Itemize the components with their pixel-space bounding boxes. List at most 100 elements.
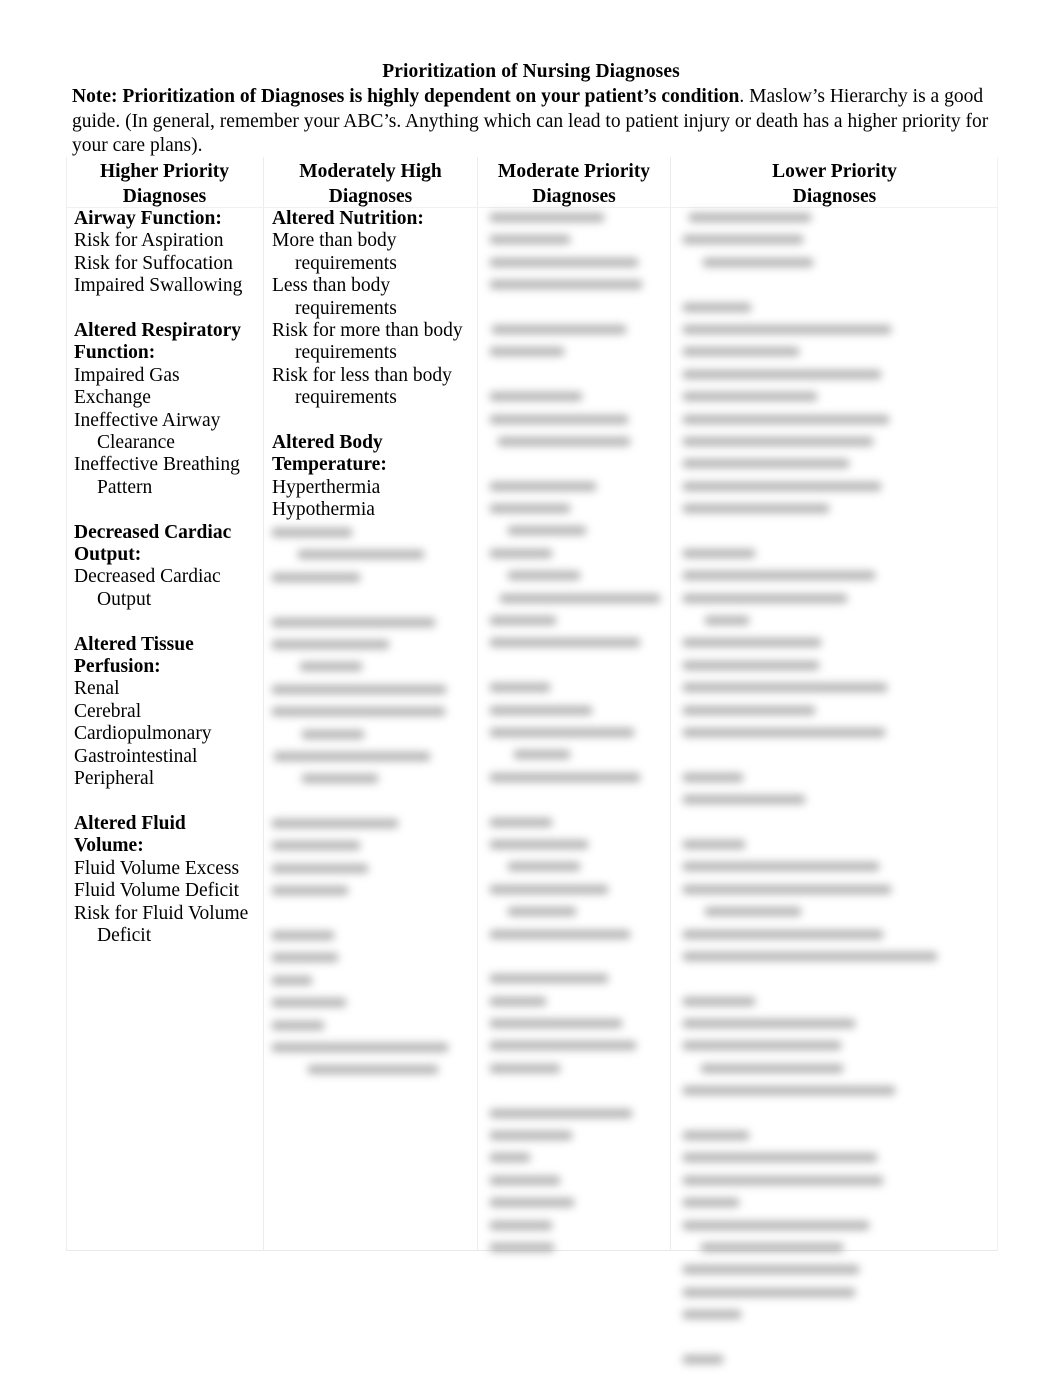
obscured-text-line <box>486 992 666 1014</box>
obscured-text-line <box>486 633 666 655</box>
diagnoses-table: Higher Priority Diagnoses Airway Functio… <box>66 157 998 1364</box>
diagnosis-item: Output <box>97 588 152 610</box>
obscured-text-line <box>486 857 666 879</box>
diagnosis-item: More than body <box>272 230 397 252</box>
column-body-moderately-high: Altered Nutrition: More than body requirem… <box>264 208 477 522</box>
obscured-text-line <box>486 1014 666 1036</box>
obscured-text-line <box>486 880 666 902</box>
diagnosis-item: Risk for Fluid Volume <box>74 902 249 924</box>
diagnosis-group: Altered Respiratory Function: Impaired Ga… <box>74 320 257 499</box>
obscured-text-line <box>679 969 994 991</box>
column-header-moderately-high: Moderately High Diagnoses <box>264 157 477 209</box>
diagnosis-group-title: Decreased Cardiac Output: <box>74 521 232 566</box>
obscured-text-line <box>679 925 994 947</box>
obscured-text-line <box>486 768 666 790</box>
obscured-text-line <box>486 1216 666 1238</box>
obscured-text-line <box>486 656 666 678</box>
obscured-text-line <box>679 298 994 320</box>
obscured-text-line <box>679 230 994 252</box>
obscured-text-line <box>486 320 666 342</box>
column-header-line2: Diagnoses <box>328 186 413 207</box>
document-page: Prioritization of Nursing Diagnoses Note… <box>0 0 1062 1377</box>
obscured-text-block-2 <box>264 523 477 1083</box>
obscured-text-line <box>486 611 666 633</box>
diagnosis-item: Fluid Volume Excess <box>74 857 240 879</box>
obscured-text-line <box>679 1036 994 1058</box>
column-header-line1: Higher Priority <box>99 161 230 182</box>
column-header-line1: Moderate Priority <box>497 161 651 182</box>
obscured-text-line <box>679 857 994 879</box>
note-lead-text: Note: Prioritization of Diagnoses is hig… <box>72 86 740 107</box>
obscured-text-line <box>272 523 473 545</box>
column-divider-3 <box>670 157 671 1251</box>
column-header-moderate-priority: Moderate Priority Diagnoses <box>478 157 670 209</box>
obscured-text-line <box>272 657 473 679</box>
diagnosis-item: Hyperthermia <box>272 476 381 498</box>
obscured-text-line <box>486 499 666 521</box>
obscured-text-line <box>679 499 994 521</box>
obscured-text-block-3 <box>478 208 670 1260</box>
obscured-text-line <box>272 590 473 612</box>
diagnosis-item: Risk for more than body <box>272 320 463 342</box>
obscured-text-line <box>679 768 994 790</box>
diagnosis-item: Hypothermia <box>272 499 375 521</box>
obscured-text-line <box>486 1126 666 1148</box>
table-column-higher-priority: Higher Priority Diagnoses Airway Functio… <box>66 157 263 946</box>
diagnosis-group: Altered Body Temperature: Hyperthermia Hyp… <box>272 432 471 522</box>
diagnosis-group-title: Altered Tissue Perfusion: <box>74 633 194 678</box>
column-header-line1: Lower Priority <box>772 161 897 182</box>
obscured-text-line <box>679 1014 994 1036</box>
obscured-text-line <box>679 701 994 723</box>
obscured-text-line <box>486 410 666 432</box>
obscured-text-line <box>486 902 666 924</box>
obscured-text-line <box>679 745 994 767</box>
obscured-text-line <box>486 342 666 364</box>
obscured-text-line <box>486 365 666 387</box>
diagnosis-group-title: Airway Function: <box>74 208 222 229</box>
obscured-text-line <box>679 454 994 476</box>
diagnosis-item: Risk for Aspiration <box>74 230 224 252</box>
obscured-text-line <box>272 948 473 970</box>
obscured-text-line <box>679 1081 994 1103</box>
table-column-moderately-high: Moderately High Diagnoses Altered Nutrit… <box>264 157 477 1075</box>
diagnosis-item: Impaired Gas Exchange <box>74 364 185 409</box>
obscured-text-line <box>272 926 473 948</box>
diagnosis-item: Risk for less than body <box>272 364 452 386</box>
obscured-text-line <box>486 298 666 320</box>
obscured-text-line <box>486 544 666 566</box>
obscured-text-line <box>679 1148 994 1170</box>
diagnosis-item: requirements <box>295 297 397 319</box>
diagnosis-item: Decreased Cardiac <box>74 566 221 588</box>
column-header-line1: Moderately High <box>299 161 442 182</box>
diagnosis-item: Less than body <box>272 275 391 297</box>
obscured-text-line <box>486 477 666 499</box>
diagnosis-item: Ineffective Airway <box>74 409 221 431</box>
obscured-text-line <box>486 1104 666 1126</box>
obscured-text-line <box>272 814 473 836</box>
obscured-text-line <box>272 568 473 590</box>
obscured-text-line <box>679 432 994 454</box>
obscured-text-line <box>679 410 994 432</box>
obscured-text-line <box>679 880 994 902</box>
obscured-text-line <box>272 680 473 702</box>
obscured-text-line <box>486 678 666 700</box>
table-column-moderate-priority: Moderate Priority Diagnoses <box>478 157 670 1252</box>
obscured-text-line <box>679 1126 994 1148</box>
obscured-text-line <box>272 904 473 926</box>
diagnosis-item: Peripheral <box>74 768 155 790</box>
obscured-text-line <box>679 1216 994 1238</box>
diagnosis-item: Pattern <box>97 476 153 498</box>
diagnosis-group: Altered Fluid Volume: Fluid Volume Excess… <box>74 813 257 947</box>
diagnosis-item: Fluid Volume Deficit <box>74 880 240 902</box>
obscured-text-line <box>486 969 666 991</box>
page-title: Prioritization of Nursing Diagnoses <box>382 61 680 82</box>
obscured-text-line <box>679 544 994 566</box>
obscured-text-line <box>272 1016 473 1038</box>
obscured-text-line <box>679 208 994 230</box>
obscured-text-line <box>486 1148 666 1170</box>
diagnosis-item: Deficit <box>97 924 152 946</box>
note-paragraph: Note: Prioritization of Diagnoses is hig… <box>72 85 994 159</box>
obscured-text-line <box>486 835 666 857</box>
obscured-text-line <box>679 611 994 633</box>
obscured-text-line <box>272 859 473 881</box>
